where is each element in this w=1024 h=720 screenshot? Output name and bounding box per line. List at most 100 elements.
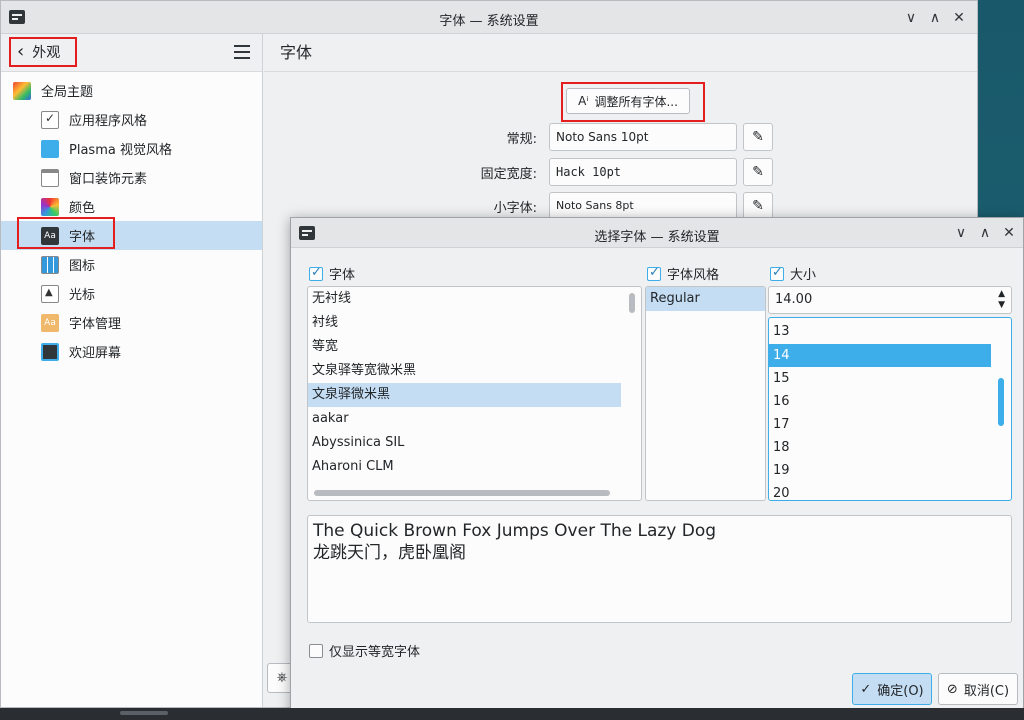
minimize-button[interactable]: ∨: [951, 223, 971, 243]
sidebar-item-colors[interactable]: 颜色: [1, 192, 262, 221]
sidebar-item-label: Plasma 视觉风格: [69, 143, 172, 158]
font-manager-icon: Aa: [41, 313, 59, 332]
list-item[interactable]: 15: [769, 367, 1011, 390]
page-title: 字体: [264, 34, 977, 72]
list-item[interactable]: 文泉驿等宽微米黑: [308, 359, 641, 383]
preview-text-latin: The Quick Brown Fox Jumps Over The Lazy …: [313, 521, 717, 541]
sidebar-item-cursors[interactable]: 光标: [1, 279, 262, 308]
cancel-circle-icon: ⊘: [946, 681, 958, 697]
list-item[interactable]: aakar: [308, 407, 641, 431]
edit-pencil-icon[interactable]: ✎: [743, 123, 773, 151]
small-font-label: 小字体:: [493, 200, 537, 216]
font-size-spinbox[interactable]: 14.00 ▲ ▼: [768, 286, 1012, 314]
sidebar-item-icons[interactable]: 图标: [1, 250, 262, 279]
list-item[interactable]: 20: [769, 482, 1011, 500]
sidebar-item-font-management[interactable]: Aa 字体管理: [1, 308, 262, 337]
small-font-field: Noto Sans 8pt: [549, 192, 737, 220]
fixed-width-font-row: 固定宽度: Hack 10pt ✎: [434, 158, 773, 186]
sidebar-item-splash-screen[interactable]: 欢迎屏幕: [1, 337, 262, 366]
font-style-checkbox[interactable]: 字体风格: [647, 264, 719, 283]
list-item[interactable]: 等宽: [308, 335, 641, 359]
monospace-only-label: 仅显示等宽字体: [329, 645, 421, 660]
application-style-icon: [41, 110, 59, 129]
small-font-row: 小字体: Noto Sans 8pt ✎: [434, 192, 773, 220]
checkbox-checked-icon: [309, 265, 323, 281]
back-button[interactable]: ‹ 外观: [9, 37, 77, 67]
minimize-button[interactable]: ∨: [901, 8, 921, 28]
list-item-selected[interactable]: 14: [769, 344, 991, 367]
vertical-scrollbar[interactable]: [629, 293, 635, 313]
list-item[interactable]: 无衬线: [308, 287, 641, 311]
list-item[interactable]: 13: [769, 320, 991, 344]
fonts-icon: Aa: [41, 226, 59, 245]
sidebar-item-window-decoration[interactable]: 窗口装饰元素: [1, 163, 262, 192]
ok-button[interactable]: ✓ 确定(O): [852, 673, 932, 705]
font-size-checkbox[interactable]: 大小: [770, 264, 816, 283]
sidebar-item-label: 颜色: [69, 201, 96, 216]
close-button[interactable]: ✕: [949, 8, 969, 28]
sidebar-item-plasma-style[interactable]: Plasma 视觉风格: [1, 134, 262, 163]
hamburger-menu-icon[interactable]: [234, 45, 250, 59]
sidebar-item-label: 光标: [69, 288, 96, 303]
checkbox-checked-icon: [647, 265, 661, 281]
dialog-title: 选择字体 — 系统设置: [594, 230, 720, 245]
sidebar-header: ‹ 外观: [1, 34, 262, 72]
list-item[interactable]: Aharoni CLM: [308, 455, 641, 479]
ok-button-label: 确定(O): [877, 683, 924, 699]
adjust-all-fonts-button[interactable]: Aⁱ 调整所有字体...: [566, 88, 690, 114]
fixed-width-font-field: Hack 10pt: [549, 158, 737, 186]
list-item-selected[interactable]: 文泉驿微米黑: [308, 383, 621, 407]
list-item[interactable]: 16: [769, 390, 1011, 413]
sidebar-item-global-theme[interactable]: 全局主题: [1, 76, 262, 105]
colors-icon: [41, 197, 59, 216]
plasma-style-icon: [41, 139, 59, 158]
general-font-label: 常规:: [506, 131, 537, 147]
cancel-button[interactable]: ⊘ 取消(C): [938, 673, 1018, 705]
preview-text-chinese: 龙跳天门，虎卧凰阁: [313, 543, 466, 563]
sidebar-item-application-style[interactable]: 应用程序风格: [1, 105, 262, 134]
list-item[interactable]: 17: [769, 413, 1011, 436]
checkbox-checked-icon: [770, 265, 784, 281]
sidebar-item-label: 图标: [69, 259, 96, 274]
checkbox-unchecked-icon: [309, 643, 323, 658]
font-family-list[interactable]: 无衬线 衬线 等宽 文泉驿等宽微米黑 文泉驿微米黑 aakar Abyssini…: [307, 286, 642, 501]
font-family-checkbox[interactable]: 字体: [309, 264, 355, 283]
maximize-button[interactable]: ∧: [975, 223, 995, 243]
list-item[interactable]: 18: [769, 436, 1011, 459]
font-size-icon: Aⁱ: [578, 94, 589, 108]
close-button[interactable]: ✕: [999, 223, 1019, 243]
sidebar: ‹ 外观 全局主题 应用程序风格 Plasma 视觉风格 窗口装饰元素: [1, 34, 263, 707]
sidebar-item-label: 欢迎屏幕: [69, 346, 122, 361]
list-item[interactable]: 19: [769, 459, 1011, 482]
sidebar-item-label: 全局主题: [41, 85, 94, 100]
highlight-box: [17, 217, 115, 249]
sidebar-item-label: 字体: [69, 230, 96, 245]
sidebar-item-fonts[interactable]: Aa 字体: [1, 217, 262, 250]
font-size-header: 大小: [790, 268, 817, 283]
monospace-only-checkbox[interactable]: 仅显示等宽字体: [309, 641, 420, 660]
dialog-titlebar: 选择字体 — 系统设置 ∨ ∧ ✕: [291, 218, 1023, 248]
checkmark-icon: ✓: [860, 681, 872, 697]
spin-arrows-icon[interactable]: ▲ ▼: [998, 289, 1005, 311]
font-style-header: 字体风格: [667, 268, 720, 283]
general-font-field: Noto Sans 10pt: [549, 123, 737, 151]
font-style-list[interactable]: Regular: [645, 286, 766, 501]
window-title: 字体 — 系统设置: [439, 14, 539, 29]
font-family-header: 字体: [329, 268, 356, 283]
chevron-left-icon: ‹: [17, 41, 25, 62]
edit-pencil-icon[interactable]: ✎: [743, 158, 773, 186]
window-titlebar: 字体 — 系统设置 ∨ ∧ ✕: [1, 1, 977, 34]
list-item[interactable]: Abyssinica SIL: [308, 431, 641, 455]
list-item-selected[interactable]: Regular: [646, 287, 765, 311]
font-size-list[interactable]: 13 14 15 16 17 18 19 20: [768, 317, 1012, 501]
fixed-width-font-label: 固定宽度:: [480, 166, 537, 182]
horizontal-scrollbar[interactable]: [314, 490, 610, 496]
adjust-all-fonts-label: 调整所有字体...: [594, 94, 678, 109]
cursor-icon: [41, 284, 59, 303]
edit-pencil-icon[interactable]: ✎: [743, 192, 773, 220]
list-item[interactable]: 衬线: [308, 311, 641, 335]
font-size-value: 14.00: [775, 292, 813, 307]
maximize-button[interactable]: ∧: [925, 8, 945, 28]
font-preview[interactable]: The Quick Brown Fox Jumps Over The Lazy …: [307, 515, 1012, 623]
vertical-scrollbar[interactable]: [998, 378, 1004, 426]
